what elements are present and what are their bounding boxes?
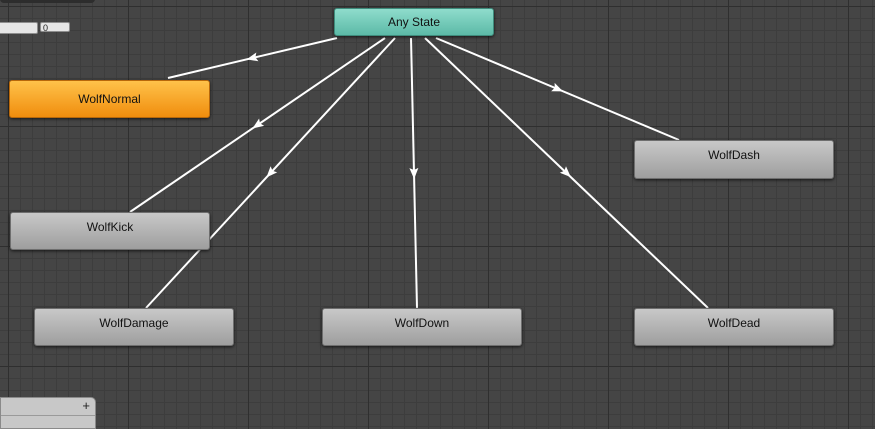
arrow-head-icon [246,52,259,62]
plus-icon[interactable]: + [82,399,90,412]
parameter-value-field[interactable]: 0 [40,22,70,33]
wolf-dash-label: WolfDash [708,148,760,162]
parameters-panel-header: + [1,398,95,416]
wolf-down-state[interactable]: WolfDown [322,308,522,346]
wolf-dead-label: WolfDead [707,316,761,330]
arrow-head-icon [252,118,265,129]
wolf-normal-label: WolfNormal [78,92,141,106]
parameter-name-field[interactable] [0,22,38,34]
parameters-panel: + [0,397,96,429]
arrow-head-icon [551,82,564,92]
wolf-damage-state[interactable]: WolfDamage [34,308,234,346]
wolf-dash-state[interactable]: WolfDash [634,140,834,179]
any-state-node[interactable]: Any State [334,8,494,36]
wolf-normal-state[interactable]: WolfNormal [9,80,210,118]
wolf-down-label: WolfDown [394,316,450,330]
any-state-label: Any State [387,15,441,29]
wolf-damage-label: WolfDamage [99,316,169,330]
wolf-dead-state[interactable]: WolfDead [634,308,834,346]
wolf-kick-state[interactable]: WolfKick [10,212,210,250]
wolf-kick-label: WolfKick [86,220,134,234]
